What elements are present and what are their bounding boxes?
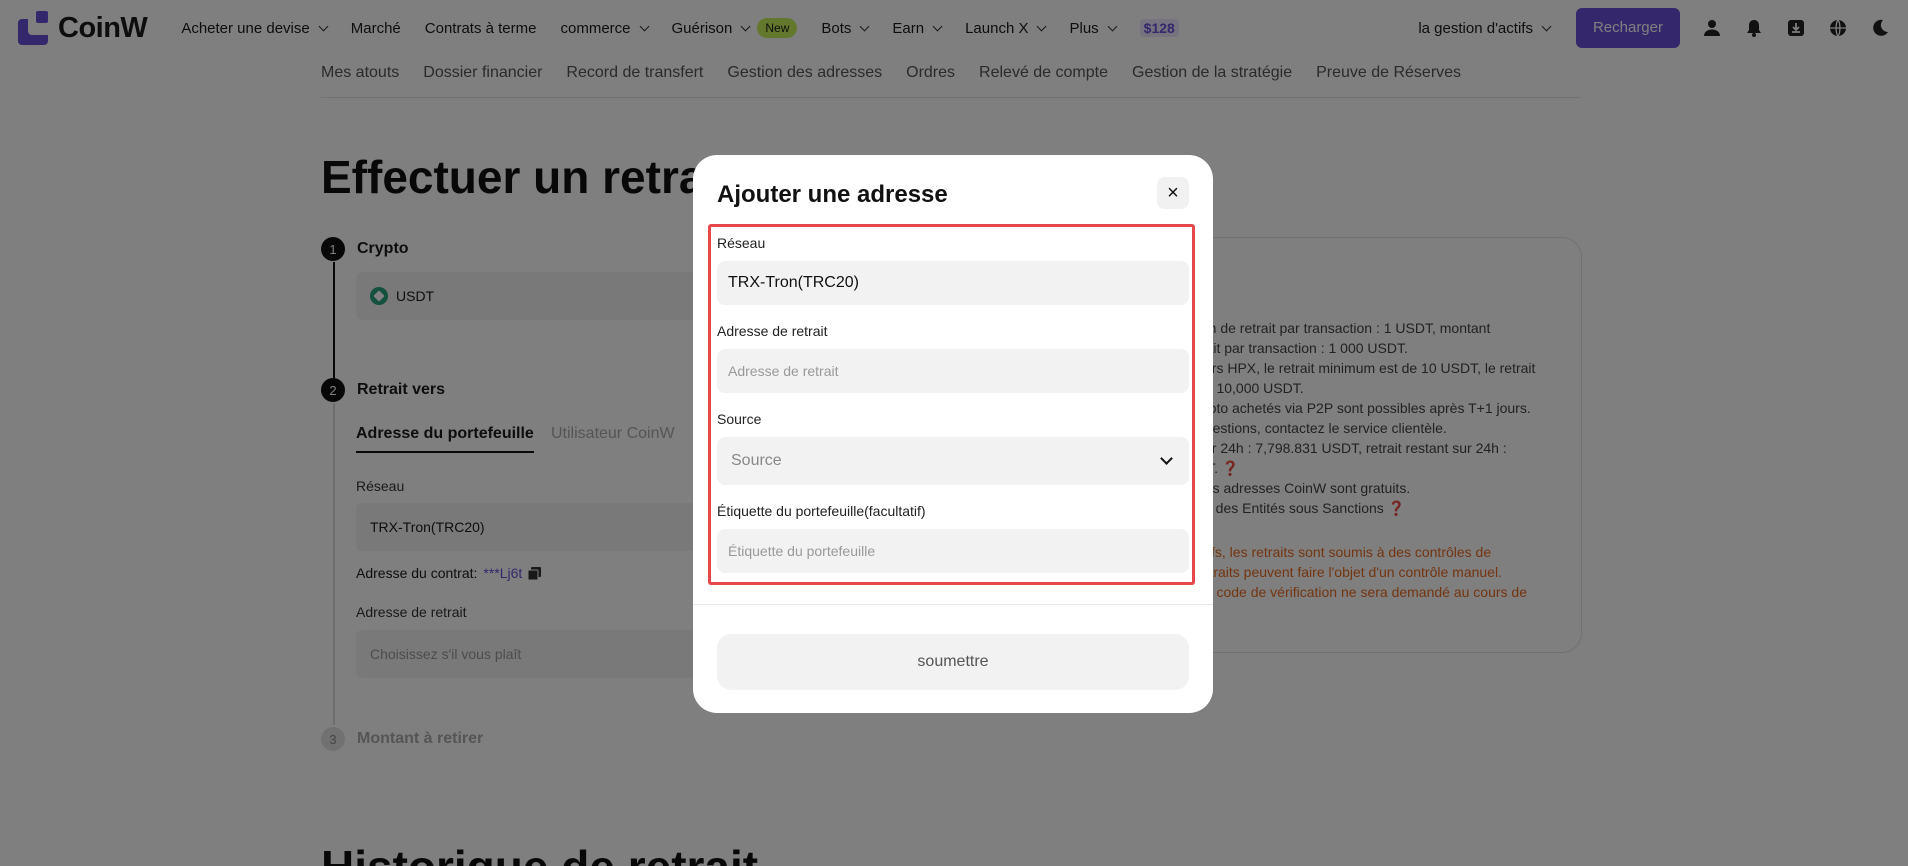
network-label: Réseau xyxy=(717,235,766,251)
submit-label: soumettre xyxy=(917,653,989,670)
withdraw-address-label: Adresse de retrait xyxy=(717,323,828,339)
withdraw-address-placeholder: Adresse de retrait xyxy=(728,363,839,379)
wallet-label-label: Étiquette du portefeuille(facultatif) xyxy=(717,503,926,519)
divider xyxy=(693,604,1213,605)
withdraw-address-input[interactable]: Adresse de retrait xyxy=(717,349,1189,393)
source-select[interactable]: Source xyxy=(717,437,1189,485)
add-address-modal: Ajouter une adresse × Réseau TRX-Tron(TR… xyxy=(693,155,1213,713)
source-placeholder: Source xyxy=(731,452,782,469)
network-value: TRX-Tron(TRC20) xyxy=(728,274,859,291)
close-button[interactable]: × xyxy=(1157,177,1189,209)
submit-button[interactable]: soumettre xyxy=(717,634,1189,690)
close-icon: × xyxy=(1167,181,1179,204)
modal-title: Ajouter une adresse xyxy=(717,181,948,208)
source-label: Source xyxy=(717,411,762,427)
wallet-label-placeholder: Étiquette du portefeuille xyxy=(728,543,876,559)
chevron-down-icon xyxy=(1160,452,1173,465)
wallet-label-input[interactable]: Étiquette du portefeuille xyxy=(717,529,1189,573)
network-field[interactable]: TRX-Tron(TRC20) xyxy=(717,261,1189,305)
